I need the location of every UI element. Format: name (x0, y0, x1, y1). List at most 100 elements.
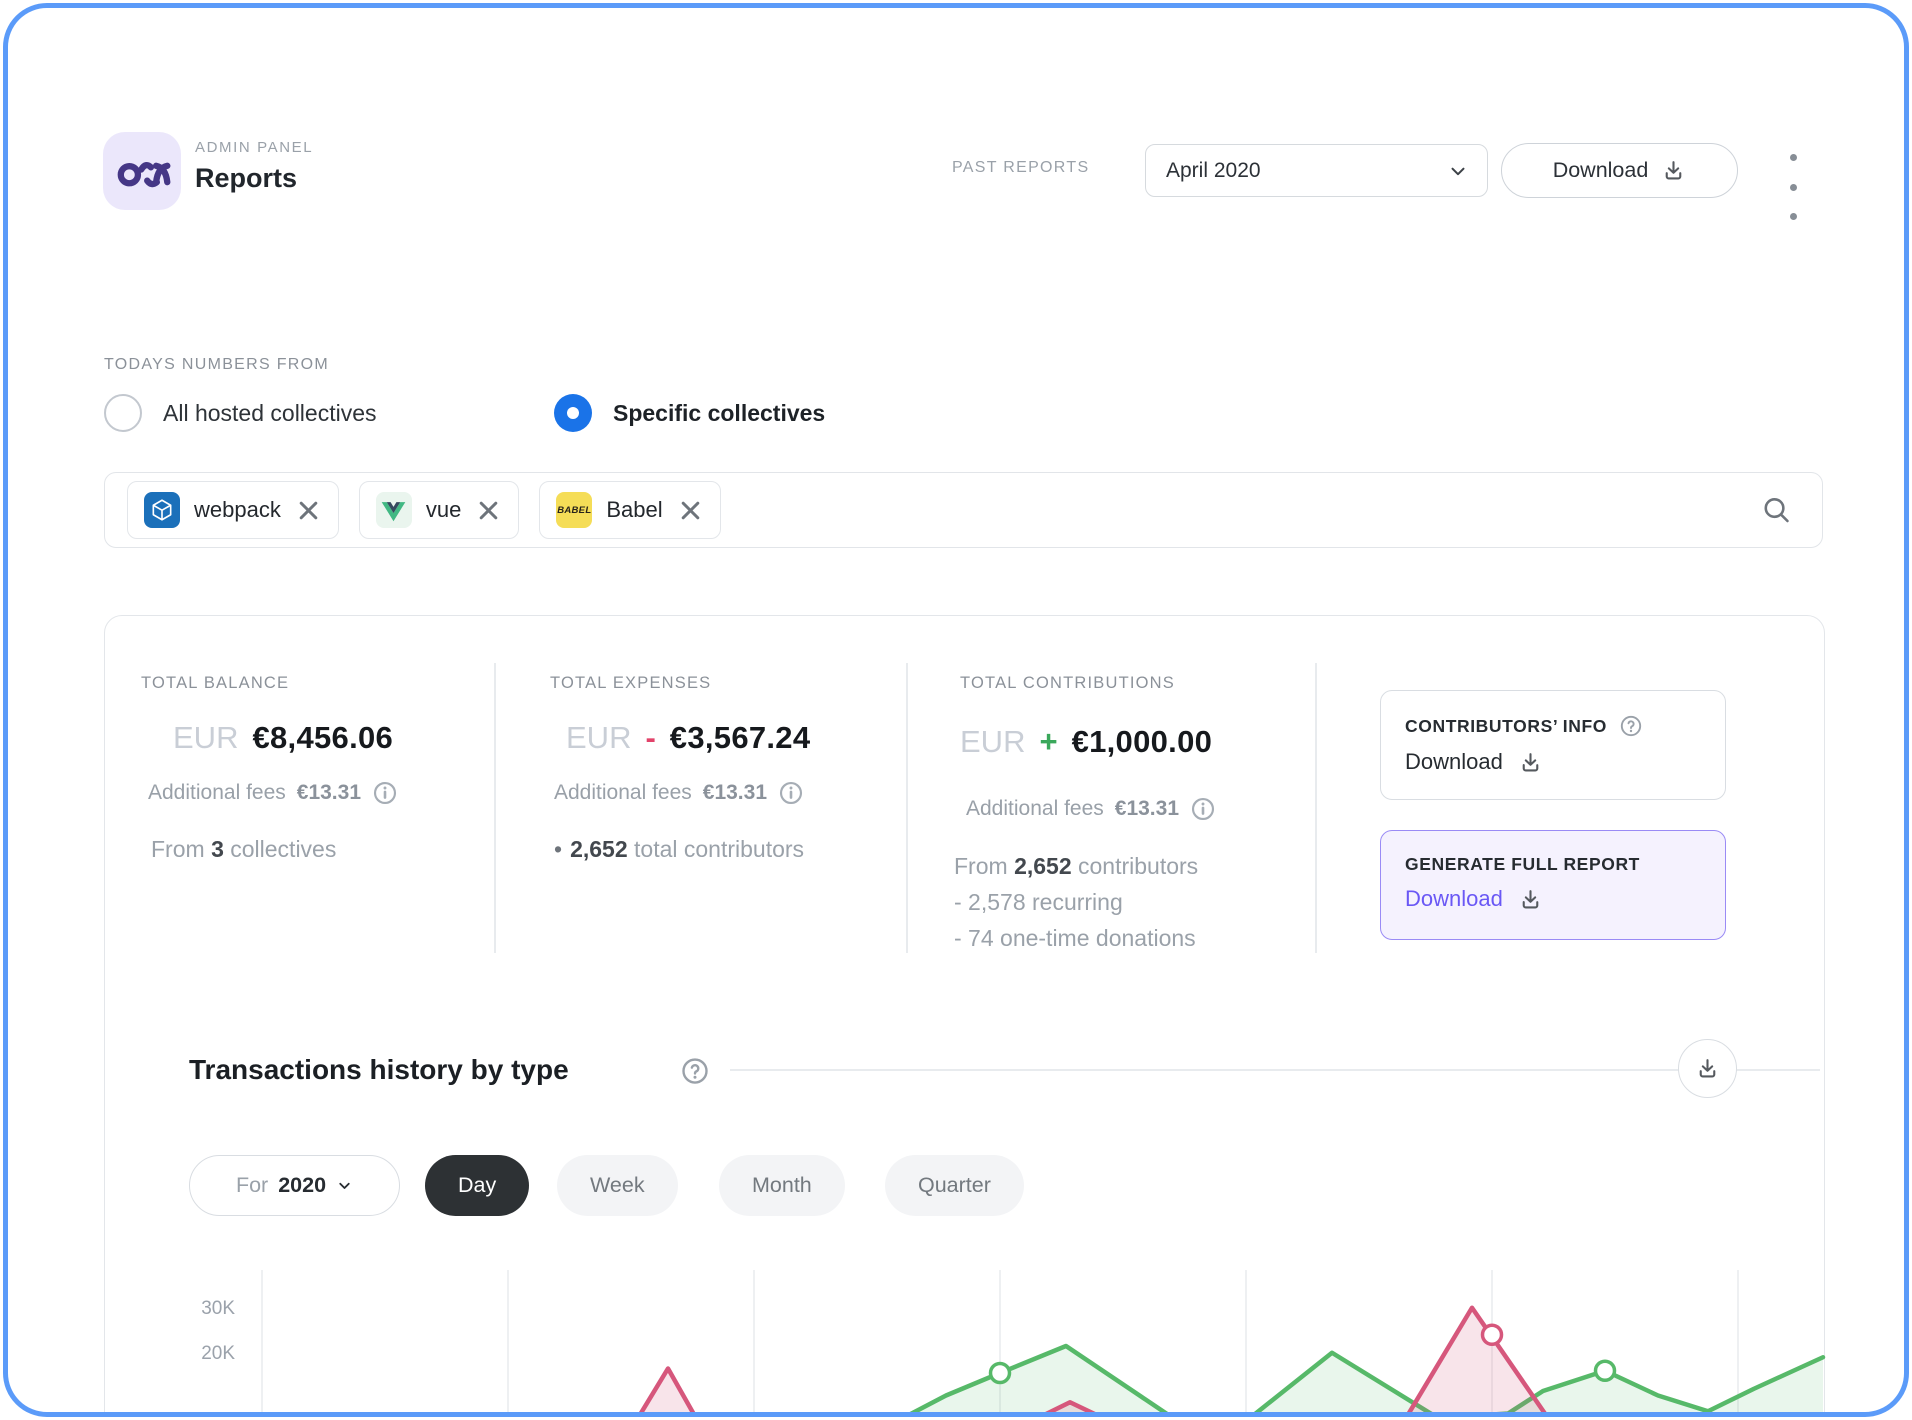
contributors-info-download-button[interactable]: Download (1405, 749, 1701, 775)
org-logo-glyph (113, 142, 171, 200)
chip-label: Babel (606, 497, 662, 523)
contributions-amount: €1,000.00 (1072, 724, 1213, 760)
collectives-filter-bar[interactable]: webpack vue BABEL Babel (104, 472, 1823, 548)
fees-value: €13.31 (297, 781, 361, 805)
year-filter-prefix: For (236, 1173, 268, 1198)
download-icon (1518, 887, 1543, 912)
radio-specific-collectives[interactable]: Specific collectives (554, 394, 825, 432)
currency-code: EUR (173, 720, 238, 756)
total-contributions-label: TOTAL CONTRIBUTIONS (960, 674, 1175, 693)
granularity-tab-day[interactable]: Day (425, 1155, 529, 1216)
balance-amount: €8,456.06 (252, 720, 393, 756)
radio-selected-icon[interactable] (554, 394, 592, 432)
fees-label: Additional fees (554, 781, 692, 805)
total-expenses-label: TOTAL EXPENSES (550, 674, 711, 693)
info-icon[interactable] (372, 780, 398, 806)
negative-sign: - (645, 720, 655, 756)
vue-logo-icon (376, 492, 412, 528)
note-suffix: contributors (1078, 853, 1198, 879)
balance-fees-row: Additional fees €13.31 (148, 780, 398, 806)
generate-report-download-button[interactable]: Download (1405, 886, 1701, 912)
series-contributions-point[interactable] (1596, 1361, 1615, 1380)
column-divider (494, 663, 496, 953)
past-reports-label: PAST REPORTS (952, 159, 1089, 177)
contributions-from-note: From 2,652 contributors (954, 853, 1198, 880)
granularity-tab-quarter[interactable]: Quarter (885, 1155, 1024, 1216)
remove-chip-icon[interactable] (295, 497, 322, 524)
expenses-amount: €3,567.24 (670, 720, 811, 756)
kebab-dot (1790, 184, 1797, 191)
admin-panel-label: ADMIN PANEL (195, 139, 313, 156)
note-suffix: total contributors (634, 836, 804, 862)
balance-note: From 3 collectives (151, 836, 336, 863)
granularity-tab-week[interactable]: Week (557, 1155, 678, 1216)
fees-label: Additional fees (966, 797, 1104, 821)
series-expenses-point[interactable] (1483, 1325, 1502, 1344)
search-icon[interactable] (1761, 495, 1792, 526)
period-select-value: April 2020 (1166, 159, 1261, 183)
contributions-breakdown-onetime: - 74 one-time donations (954, 925, 1196, 952)
transactions-chart[interactable] (8, 1270, 1909, 1414)
currency-code: EUR (566, 720, 631, 756)
note-value: 2,652 (570, 836, 628, 862)
info-icon[interactable] (778, 780, 804, 806)
download-label: Download (1405, 886, 1503, 912)
chip-label: vue (426, 497, 461, 523)
generate-full-report-box: GENERATE FULL REPORT Download (1380, 830, 1726, 940)
download-icon (1661, 158, 1686, 183)
download-report-button[interactable]: Download (1501, 143, 1738, 198)
download-label: Download (1405, 749, 1503, 775)
note-prefix: From (954, 853, 1008, 879)
granularity-tab-month[interactable]: Month (719, 1155, 845, 1216)
total-balance-value: EUR €8,456.06 (173, 720, 393, 756)
bullet: • (554, 836, 562, 862)
chevron-down-icon (336, 1177, 353, 1194)
help-icon[interactable] (1619, 714, 1643, 738)
series-contributions-point[interactable] (991, 1364, 1010, 1383)
download-icon (1518, 750, 1543, 775)
help-icon[interactable] (680, 1056, 710, 1086)
transactions-history-title: Transactions history by type (189, 1054, 569, 1086)
total-contributions-value: EUR + €1,000.00 (960, 724, 1212, 760)
download-report-label: Download (1553, 158, 1649, 183)
reports-page: ADMIN PANEL Reports PAST REPORTS April 2… (3, 3, 1909, 1417)
more-options-button[interactable] (1780, 154, 1806, 220)
contributors-info-title: CONTRIBUTORS’ INFO (1405, 716, 1607, 737)
contributions-fees-row: Additional fees €13.31 (966, 796, 1216, 822)
year-filter-select[interactable]: For 2020 (189, 1155, 400, 1216)
fees-label: Additional fees (148, 781, 286, 805)
kebab-dot (1790, 154, 1797, 161)
note-value: 3 (211, 836, 224, 862)
positive-sign: + (1039, 724, 1057, 760)
contributors-info-title-row: CONTRIBUTORS’ INFO (1405, 714, 1701, 738)
remove-chip-icon[interactable] (475, 497, 502, 524)
todays-numbers-label: TODAYS NUMBERS FROM (104, 356, 329, 374)
total-balance-label: TOTAL BALANCE (141, 674, 289, 693)
collective-chip-babel[interactable]: BABEL Babel (539, 481, 720, 539)
webpack-logo-icon (144, 492, 180, 528)
chart-download-button[interactable] (1678, 1039, 1737, 1098)
remove-chip-icon[interactable] (677, 497, 704, 524)
contributors-info-box: CONTRIBUTORS’ INFO Download (1380, 690, 1726, 800)
period-select[interactable]: April 2020 (1145, 144, 1488, 197)
collective-chip-webpack[interactable]: webpack (127, 481, 339, 539)
note-value: 2,652 (1014, 853, 1072, 879)
expenses-fees-row: Additional fees €13.31 (554, 780, 804, 806)
expenses-note: • 2,652 total contributors (554, 836, 804, 863)
radio-unselected-icon[interactable] (104, 394, 142, 432)
babel-logo-icon: BABEL (556, 492, 592, 528)
column-divider (906, 663, 908, 953)
contributions-breakdown-recurring: - 2,578 recurring (954, 889, 1123, 916)
fees-value: €13.31 (703, 781, 767, 805)
collective-chip-vue[interactable]: vue (359, 481, 519, 539)
org-logo (103, 132, 181, 210)
chip-label: webpack (194, 497, 281, 523)
fees-value: €13.31 (1115, 797, 1179, 821)
radio-all-hosted-collectives[interactable]: All hosted collectives (104, 394, 377, 432)
radio-specific-label: Specific collectives (613, 400, 825, 427)
section-divider (730, 1069, 1820, 1071)
info-icon[interactable] (1190, 796, 1216, 822)
total-expenses-value: EUR - €3,567.24 (566, 720, 810, 756)
note-suffix: collectives (230, 836, 336, 862)
kebab-dot (1790, 213, 1797, 220)
